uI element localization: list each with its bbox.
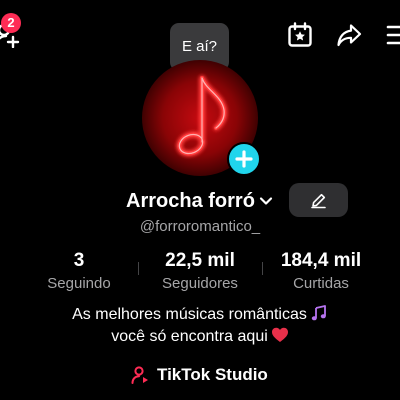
- edit-profile-button[interactable]: [289, 183, 348, 217]
- stat-label: Seguidores: [162, 275, 238, 292]
- username: @forroromantico_: [139, 218, 261, 235]
- plus-icon: [235, 150, 253, 168]
- pencil-icon: [311, 193, 326, 209]
- notification-badge: 2: [1, 13, 21, 33]
- profile-screen: 2 E aí? Arrocha forró @forroromantico_ 3…: [0, 0, 400, 400]
- stat-value: 3: [73, 250, 85, 271]
- bio: As melhores músicas românticas você só e…: [0, 304, 400, 348]
- stat-label: Curtidas: [293, 275, 349, 292]
- stat-likes[interactable]: 184,4 mil Curtidas: [266, 250, 376, 294]
- red-heart-icon: [271, 326, 289, 344]
- share-button[interactable]: [336, 22, 362, 48]
- bio-text: você só encontra aqui: [111, 328, 268, 345]
- bio-text: As melhores músicas românticas: [72, 306, 307, 323]
- bio-line: As melhores músicas românticas: [0, 304, 400, 326]
- calendar-star-icon: [288, 22, 312, 47]
- tiktok-studio-link[interactable]: TikTok Studio: [131, 364, 268, 386]
- add-story-button[interactable]: [227, 142, 261, 176]
- menu-button[interactable]: [386, 22, 400, 48]
- tiktok-studio-label: TikTok Studio: [157, 365, 268, 384]
- calendar-button[interactable]: [287, 22, 313, 48]
- stat-value: 22,5 mil: [165, 250, 235, 271]
- musical-notes-icon: [310, 304, 328, 322]
- profile-name: Arrocha forró: [126, 189, 255, 212]
- share-icon: [337, 24, 362, 47]
- menu-icon: [386, 25, 400, 45]
- stat-followers[interactable]: 22,5 mil Seguidores: [150, 250, 250, 294]
- stat-divider: [262, 262, 263, 275]
- bio-line: você só encontra aqui: [0, 326, 400, 348]
- person-studio-icon: [131, 365, 151, 385]
- chevron-down-icon: [258, 193, 274, 209]
- stat-value: 184,4 mil: [280, 250, 362, 271]
- stat-divider: [138, 262, 139, 275]
- account-switcher[interactable]: Arrocha forró: [126, 188, 274, 214]
- stat-following[interactable]: 3 Seguindo: [38, 250, 120, 294]
- stat-label: Seguindo: [47, 275, 111, 292]
